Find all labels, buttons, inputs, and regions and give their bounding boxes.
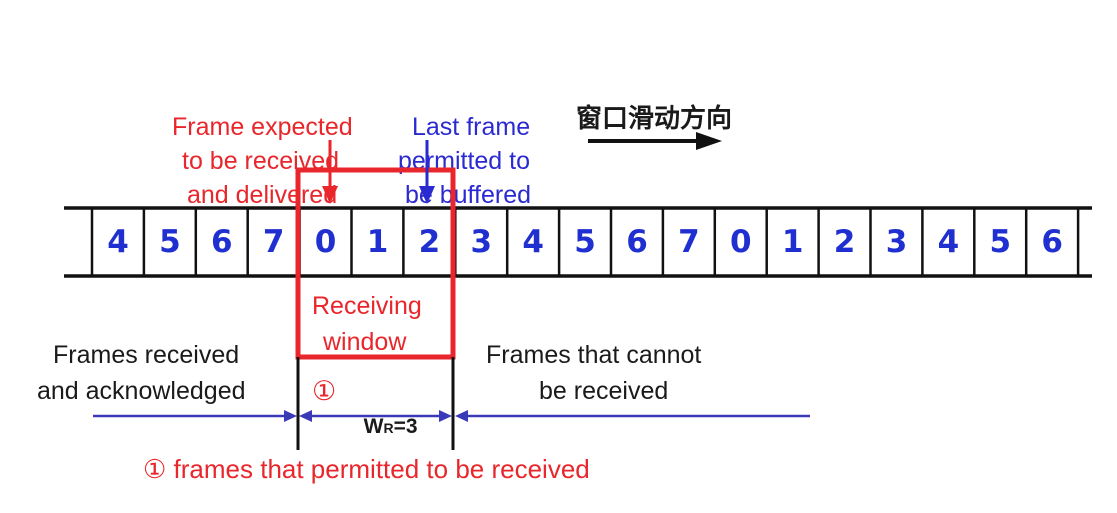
window-range-arrow-right-head: [439, 410, 452, 422]
cannot-range-arrow-head: [455, 410, 468, 422]
sliding-window-diagram: [64, 132, 1092, 450]
received-range-arrow-head: [284, 410, 297, 422]
expected-frame-arrow-head: [322, 186, 338, 204]
direction-arrow-head: [696, 132, 722, 150]
window-range-arrow-left-head: [299, 410, 312, 422]
last-frame-arrow-head: [419, 186, 435, 204]
receiving-window-box: [295, 167, 456, 360]
frame-dividers: [90, 208, 1080, 276]
